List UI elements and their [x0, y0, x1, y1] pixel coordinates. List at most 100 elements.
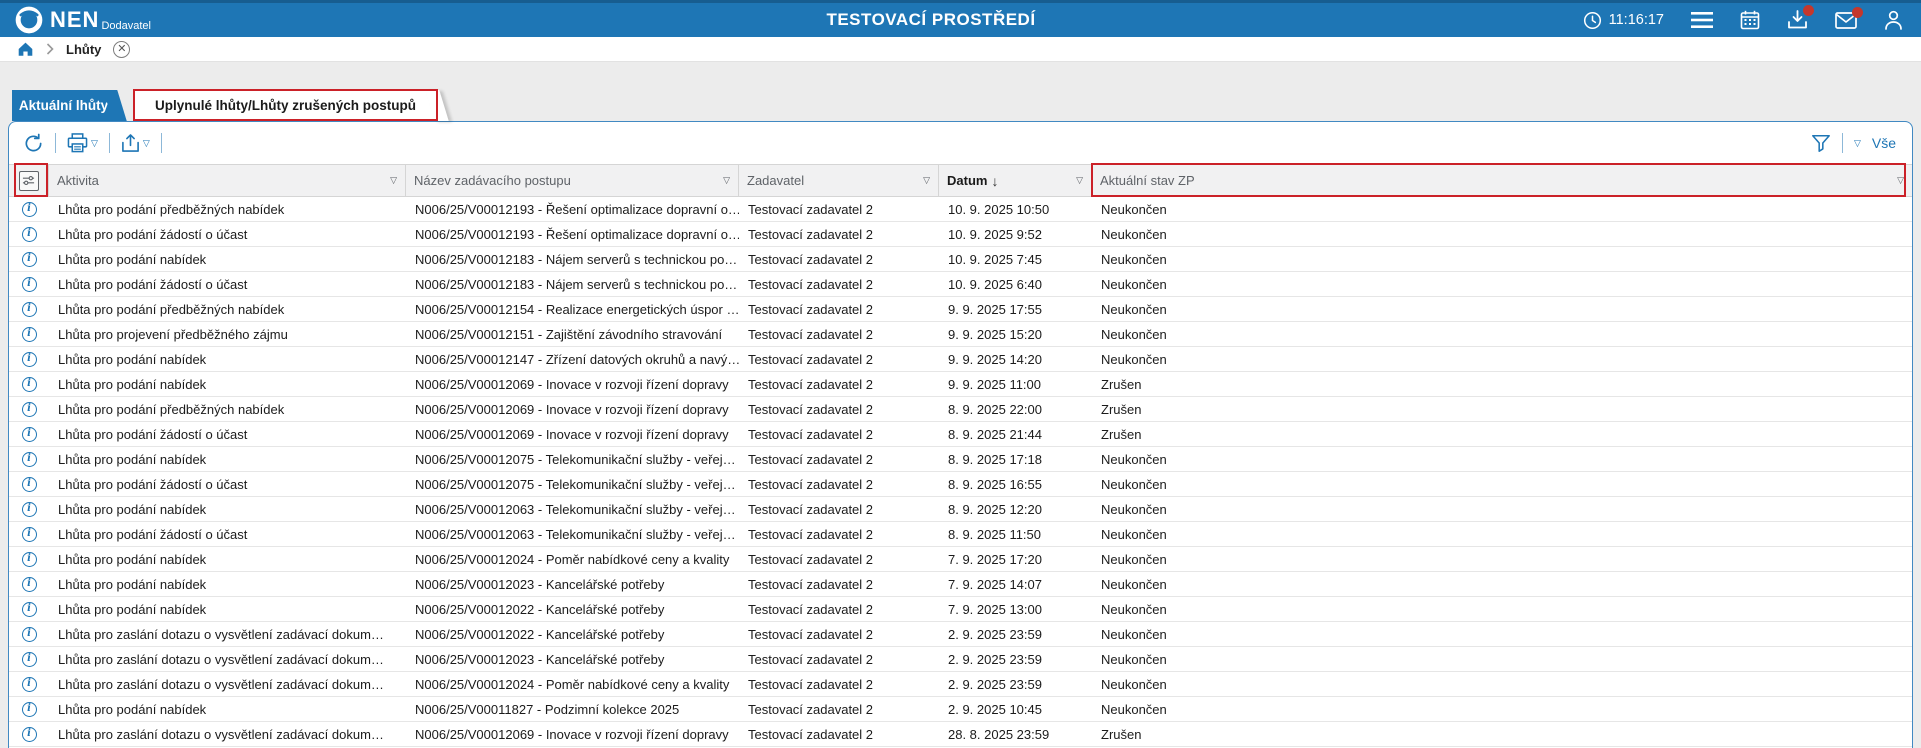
cell-authority: Testovací zadavatel 2	[739, 352, 939, 367]
chevron-down-icon[interactable]: ▽	[1854, 138, 1861, 149]
session-time: 11:16:17	[1609, 12, 1664, 28]
table-row[interactable]: i Lhůta pro podání nabídek N006/25/V0001…	[9, 447, 1912, 472]
filter-chevron-icon[interactable]: ▽	[723, 175, 730, 186]
home-icon[interactable]	[17, 41, 34, 57]
column-header-datum[interactable]: Datum ↓ ▽	[939, 165, 1092, 196]
chevron-down-icon[interactable]: ▽	[91, 138, 98, 149]
column-header-stav-zp[interactable]: Aktuální stav ZP ▽	[1092, 165, 1912, 196]
tab-slant-decoration	[425, 90, 448, 121]
info-icon[interactable]: i	[22, 202, 37, 217]
table-row[interactable]: i Lhůta pro podání nabídek N006/25/V0001…	[9, 497, 1912, 522]
cell-procedure: N006/25/V00012069 - Inovace v rozvoji ří…	[406, 402, 739, 417]
column-header-aktivita[interactable]: Aktivita ▽	[49, 165, 406, 196]
cell-activity: Lhůta pro podání předběžných nabídek	[49, 302, 406, 317]
info-icon[interactable]: i	[22, 552, 37, 567]
tab-current-deadlines[interactable]: Aktuální lhůty	[12, 90, 115, 121]
filter-chevron-icon[interactable]: ▽	[1076, 175, 1083, 186]
info-icon[interactable]: i	[22, 252, 37, 267]
tab-expired-deadlines[interactable]: Uplynulé lhůty/Lhůty zrušených postupů	[134, 90, 437, 121]
breadcrumb: Lhůty ✕	[0, 37, 1921, 62]
breadcrumb-chevron-icon	[46, 43, 54, 55]
info-icon[interactable]: i	[22, 402, 37, 417]
table-row[interactable]: i Lhůta pro podání nabídek N006/25/V0001…	[9, 572, 1912, 597]
table-row[interactable]: i Lhůta pro zaslání dotazu o vysvětlení …	[9, 622, 1912, 647]
cell-activity: Lhůta pro podání žádostí o účast	[49, 427, 406, 442]
info-icon[interactable]: i	[22, 277, 37, 292]
column-header-zadavatel[interactable]: Zadavatel ▽	[739, 165, 939, 196]
filter-chevron-icon[interactable]: ▽	[923, 175, 930, 186]
app-logo[interactable]: NEN Dodavatel	[0, 5, 151, 35]
table-row[interactable]: i Lhůta pro zaslání dotazu o vysvětlení …	[9, 647, 1912, 672]
info-icon[interactable]: i	[22, 527, 37, 542]
info-icon[interactable]: i	[22, 652, 37, 667]
download-tray-icon[interactable]	[1787, 10, 1808, 30]
column-header-nazev[interactable]: Název zadávacího postupu ▽	[406, 165, 739, 196]
hamburger-menu-icon[interactable]	[1691, 12, 1713, 28]
print-button[interactable]: ▽	[67, 133, 98, 153]
info-icon[interactable]: i	[22, 702, 37, 717]
cell-activity: Lhůta pro podání nabídek	[49, 502, 406, 517]
table-row[interactable]: i Lhůta pro podání nabídek N006/25/V0001…	[9, 347, 1912, 372]
info-icon[interactable]: i	[22, 577, 37, 592]
table-row[interactable]: i Lhůta pro podání předběžných nabídek N…	[9, 197, 1912, 222]
table-row[interactable]: i Lhůta pro podání žádostí o účast N006/…	[9, 222, 1912, 247]
table-row[interactable]: i Lhůta pro podání žádostí o účast N006/…	[9, 422, 1912, 447]
export-button[interactable]: ▽	[121, 133, 150, 153]
envelope-icon[interactable]	[1835, 12, 1857, 29]
cell-authority: Testovací zadavatel 2	[739, 402, 939, 417]
user-icon[interactable]	[1884, 10, 1903, 30]
cell-procedure: N006/25/V00012069 - Inovace v rozvoji ří…	[406, 727, 739, 742]
cell-activity: Lhůta pro projevení předběžného zájmu	[49, 327, 406, 342]
refresh-icon[interactable]	[23, 133, 44, 154]
column-settings-icon[interactable]	[19, 171, 39, 191]
info-icon[interactable]: i	[22, 377, 37, 392]
table-row[interactable]: i Lhůta pro podání předběžných nabídek N…	[9, 397, 1912, 422]
cell-activity: Lhůta pro zaslání dotazu o vysvětlení za…	[49, 677, 406, 692]
cell-authority: Testovací zadavatel 2	[739, 652, 939, 667]
clock-icon	[1583, 11, 1602, 30]
filter-chevron-icon[interactable]: ▽	[1897, 175, 1904, 186]
close-circle-icon[interactable]: ✕	[113, 41, 130, 58]
chevron-down-icon[interactable]: ▽	[143, 138, 150, 149]
table-row[interactable]: i Lhůta pro podání nabídek N006/25/V0001…	[9, 597, 1912, 622]
info-icon[interactable]: i	[22, 502, 37, 517]
cell-date: 9. 9. 2025 11:00	[939, 377, 1092, 392]
table-row[interactable]: i Lhůta pro podání žádostí o účast N006/…	[9, 522, 1912, 547]
info-icon[interactable]: i	[22, 677, 37, 692]
cell-status: Neukončen	[1092, 277, 1912, 292]
toolbar-separator	[1842, 133, 1843, 153]
table-row[interactable]: i Lhůta pro podání žádostí o účast N006/…	[9, 472, 1912, 497]
cell-authority: Testovací zadavatel 2	[739, 602, 939, 617]
info-icon[interactable]: i	[22, 452, 37, 467]
filter-all-button[interactable]: Vše	[1872, 135, 1896, 151]
table-row[interactable]: i Lhůta pro podání předběžných nabídek N…	[9, 297, 1912, 322]
cell-status: Neukončen	[1092, 577, 1912, 592]
cell-procedure: N006/25/V00012023 - Kancelářské potřeby	[406, 652, 739, 667]
cell-status: Neukončen	[1092, 652, 1912, 667]
cell-date: 7. 9. 2025 17:20	[939, 552, 1092, 567]
funnel-icon[interactable]	[1811, 133, 1831, 153]
table-row[interactable]: i Lhůta pro podání žádostí o účast N006/…	[9, 272, 1912, 297]
table-row[interactable]: i Lhůta pro podání nabídek N006/25/V0001…	[9, 247, 1912, 272]
table-row[interactable]: i Lhůta pro podání nabídek N006/25/V0001…	[9, 547, 1912, 572]
info-icon[interactable]: i	[22, 227, 37, 242]
cell-date: 7. 9. 2025 13:00	[939, 602, 1092, 617]
info-icon[interactable]: i	[22, 727, 37, 742]
printer-icon	[67, 133, 88, 153]
calendar-icon[interactable]	[1740, 10, 1760, 30]
info-icon[interactable]: i	[22, 327, 37, 342]
table-row[interactable]: i Lhůta pro podání nabídek N006/25/V0001…	[9, 372, 1912, 397]
table-row[interactable]: i Lhůta pro podání nabídek N006/25/V0001…	[9, 697, 1912, 722]
info-icon[interactable]: i	[22, 627, 37, 642]
cell-status: Neukončen	[1092, 552, 1912, 567]
info-icon[interactable]: i	[22, 602, 37, 617]
sort-desc-icon: ↓	[991, 173, 998, 189]
info-icon[interactable]: i	[22, 427, 37, 442]
filter-chevron-icon[interactable]: ▽	[390, 175, 397, 186]
table-row[interactable]: i Lhůta pro zaslání dotazu o vysvětlení …	[9, 672, 1912, 697]
info-icon[interactable]: i	[22, 352, 37, 367]
info-icon[interactable]: i	[22, 477, 37, 492]
table-row[interactable]: i Lhůta pro zaslání dotazu o vysvětlení …	[9, 722, 1912, 747]
info-icon[interactable]: i	[22, 302, 37, 317]
table-row[interactable]: i Lhůta pro projevení předběžného zájmu …	[9, 322, 1912, 347]
